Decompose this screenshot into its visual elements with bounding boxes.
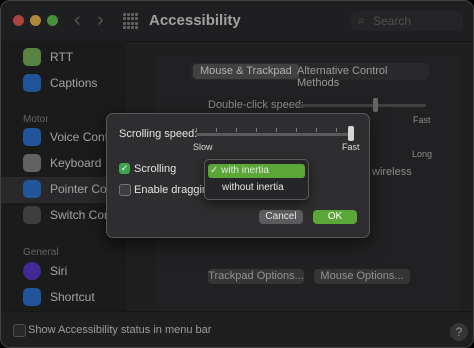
enable-dragging-label: Enable dragging xyxy=(134,184,215,196)
scrolling-speed-slider[interactable] xyxy=(196,133,354,136)
slider-tick xyxy=(316,128,317,132)
menu-item-label: with inertia xyxy=(221,165,269,176)
slider-tick xyxy=(196,128,197,132)
scrolling-speed-label: Scrolling speed: xyxy=(119,128,198,140)
scrolling-label: Scrolling xyxy=(134,163,177,175)
menu-item-without-inertia[interactable]: without inertia xyxy=(208,181,305,195)
slider-tick xyxy=(216,128,217,132)
slider-tick xyxy=(336,128,337,132)
fast-label: Fast xyxy=(342,142,360,152)
slider-tick xyxy=(296,128,297,132)
ok-button[interactable]: OK xyxy=(313,210,357,224)
checkmark-icon: ✓ xyxy=(120,163,129,173)
scrolling-checkbox[interactable]: ✓ xyxy=(119,163,130,174)
menu-item-with-inertia[interactable]: ✓ with inertia xyxy=(208,164,305,178)
cancel-button[interactable]: Cancel xyxy=(259,210,303,224)
trackpad-options-sheet: Scrolling speed: Slow Fast ✓ Scrolling E… xyxy=(106,113,370,238)
slider-tick xyxy=(276,128,277,132)
slider-tick xyxy=(236,128,237,132)
checkmark-icon: ✓ xyxy=(210,165,219,176)
accessibility-window: ‹ › Accessibility ⌕ Search RTT Captions … xyxy=(0,0,474,348)
enable-dragging-checkbox[interactable] xyxy=(119,184,131,196)
scrolling-inertia-menu: ✓ with inertia without inertia xyxy=(204,159,309,200)
slow-label: Slow xyxy=(193,142,213,152)
slider-tick xyxy=(256,128,257,132)
scrolling-speed-knob[interactable] xyxy=(348,126,354,141)
